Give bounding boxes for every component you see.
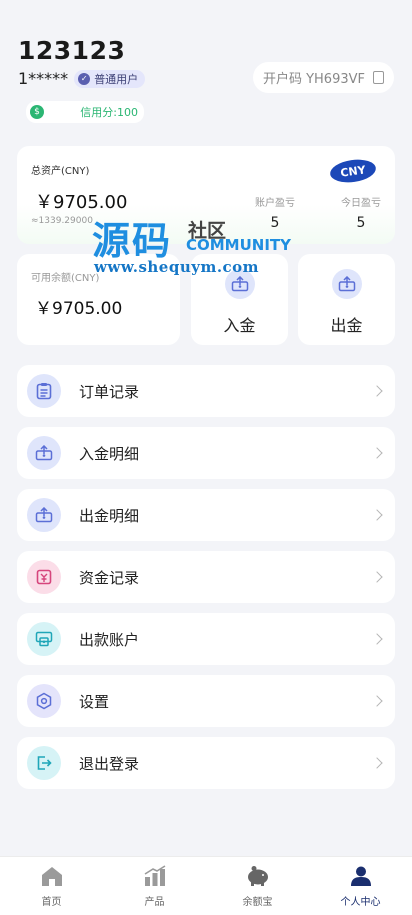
atm-icon xyxy=(27,622,61,656)
user-level-badge: ✓ 普通用户 xyxy=(74,69,146,88)
menu-item-fund-records[interactable]: 资金记录 xyxy=(17,551,395,603)
chevron-right-icon xyxy=(371,447,383,459)
piggy-bank-icon xyxy=(245,863,271,889)
fund-record-icon xyxy=(27,560,61,594)
tab-products-label: 产品 xyxy=(144,897,165,908)
deposit-box-icon xyxy=(27,436,61,470)
menu-label: 订单记录 xyxy=(79,382,140,401)
chevron-right-icon xyxy=(371,509,383,521)
tab-products[interactable]: 产品 xyxy=(103,857,206,915)
person-icon xyxy=(348,863,374,889)
settings-hexagon-icon xyxy=(27,684,61,718)
tab-home[interactable]: 首页 xyxy=(0,857,103,915)
watermark-big-text: 源码 xyxy=(92,219,173,263)
menu-item-deposit-details[interactable]: 入金明细 xyxy=(17,427,395,479)
today-pnl-value: 5 xyxy=(356,215,366,231)
menu-item-payout-account[interactable]: 出款账户 xyxy=(17,613,395,665)
chevron-right-icon xyxy=(371,757,383,769)
menu-item-logout[interactable]: 退出登录 xyxy=(17,737,395,789)
menu-label: 出款账户 xyxy=(79,630,140,649)
menu-item-settings[interactable]: 设置 xyxy=(17,675,395,727)
chevron-right-icon xyxy=(371,695,383,707)
menu-label: 入金明细 xyxy=(79,444,140,463)
invite-code[interactable]: 开户码 YH693VF xyxy=(252,62,394,93)
bottom-tab-bar: 首页 产品 余额宝 个人中心 xyxy=(0,856,412,915)
logout-icon xyxy=(27,746,61,780)
menu-label: 出金明细 xyxy=(79,506,140,525)
menu-label: 设置 xyxy=(79,692,110,711)
copy-icon[interactable] xyxy=(373,71,384,84)
credit-score: $ 信用分:100 xyxy=(26,101,144,123)
currency-badge: CNY xyxy=(328,156,378,186)
tab-yuebao[interactable]: 余额宝 xyxy=(206,857,309,915)
menu-label: 资金记录 xyxy=(79,568,140,587)
total-asset-label: 总资产(CNY) xyxy=(31,166,90,177)
profile-header: 123123 1***** ✓ 普通用户 开户码 YH693VF $ 信用分:1… xyxy=(18,36,394,123)
watermark-logo: 源码 社区 COMMUNITY www.shequym.com xyxy=(92,210,292,280)
invite-code-label: 开户码 YH693VF xyxy=(262,72,365,87)
watermark-url: www.shequym.com xyxy=(94,258,260,276)
available-balance-amount: ￥9705.00 xyxy=(35,299,123,319)
tab-personal-center[interactable]: 个人中心 xyxy=(309,857,412,915)
today-pnl-label: 今日盈亏 xyxy=(341,198,381,209)
total-asset-converted: ≈1339.29000 xyxy=(31,216,93,226)
today-pnl: 今日盈亏 5 xyxy=(331,194,391,231)
home-icon xyxy=(39,863,65,889)
chevron-right-icon xyxy=(371,633,383,645)
menu-item-order-records[interactable]: 订单记录 xyxy=(17,365,395,417)
chevron-right-icon xyxy=(371,571,383,583)
tab-yuebao-label: 余额宝 xyxy=(242,897,273,908)
withdraw-button[interactable]: 出金 xyxy=(298,254,395,345)
watermark-community-text: COMMUNITY xyxy=(186,236,292,254)
withdraw-box-icon xyxy=(27,498,61,532)
menu-item-withdraw-details[interactable]: 出金明细 xyxy=(17,489,395,541)
withdraw-icon xyxy=(332,269,362,299)
chart-bars-icon xyxy=(142,863,168,889)
tab-home-label: 首页 xyxy=(41,897,62,908)
chevron-right-icon xyxy=(371,385,383,397)
account-pnl-label: 账户盈亏 xyxy=(255,198,295,209)
available-balance-label: 可用余额(CNY) xyxy=(31,273,100,284)
credit-icon: $ xyxy=(30,105,44,119)
clipboard-icon xyxy=(27,374,61,408)
user-level-label: 普通用户 xyxy=(94,72,139,86)
deposit-label: 入金 xyxy=(223,316,256,335)
tab-personal-center-label: 个人中心 xyxy=(340,897,381,908)
masked-account: 1***** xyxy=(18,69,69,88)
credit-score-label: 信用分:100 xyxy=(80,106,138,119)
withdraw-label: 出金 xyxy=(330,316,363,335)
shield-icon: ✓ xyxy=(78,72,91,85)
menu-label: 退出登录 xyxy=(79,754,140,773)
username: 123123 xyxy=(18,36,126,65)
